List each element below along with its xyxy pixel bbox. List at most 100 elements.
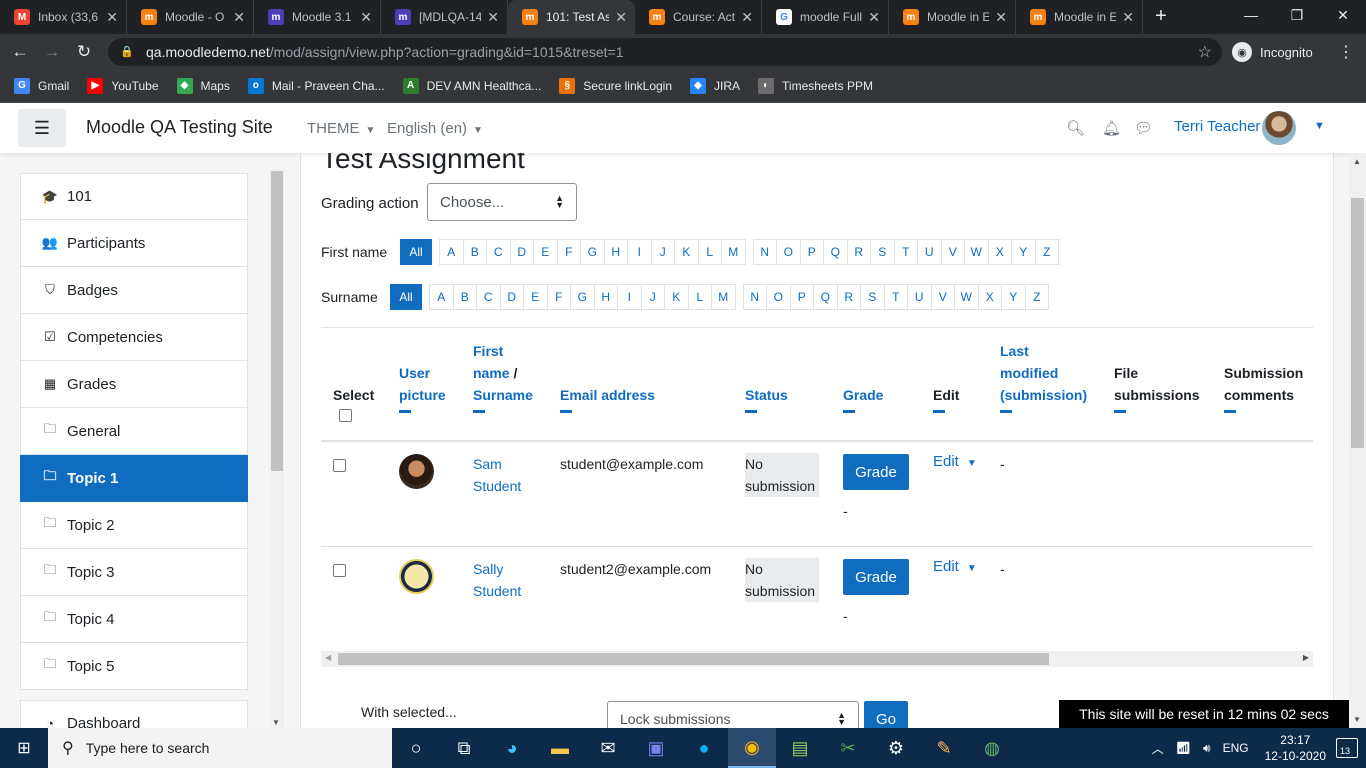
- reload-icon[interactable]: ↻: [68, 42, 100, 62]
- drawer-item-dashboard[interactable]: ◔ Dashboard: [20, 700, 248, 728]
- col-email[interactable]: Email address: [560, 384, 655, 413]
- first-name-initial-t[interactable]: T: [893, 239, 918, 265]
- bookmark-item[interactable]: ◐ Timesheets PPM: [758, 77, 873, 94]
- surname-initial-s[interactable]: S: [860, 284, 885, 310]
- first-name-initial-g[interactable]: G: [580, 239, 605, 265]
- bookmark-item[interactable]: o Mail - Praveen Cha...: [247, 77, 385, 94]
- site-name[interactable]: Moodle QA Testing Site: [86, 117, 273, 138]
- bookmark-star-icon[interactable]: ☆: [1198, 42, 1212, 62]
- surname-initial-x[interactable]: X: [977, 284, 1002, 310]
- first-name-initial-b[interactable]: B: [462, 239, 487, 265]
- drawer-item-topic-5[interactable]: 🗀 Topic 5: [20, 643, 248, 690]
- browser-menu-icon[interactable]: ⋮: [1338, 42, 1354, 62]
- hide-column-icon[interactable]: [745, 410, 757, 413]
- scroll-left-icon[interactable]: ◀: [325, 653, 331, 662]
- first-name-initial-l[interactable]: L: [697, 239, 722, 265]
- theme-menu[interactable]: THEME ▼: [307, 120, 375, 137]
- close-tab-icon[interactable]: ✕: [615, 9, 627, 26]
- mail-icon[interactable]: ✉: [584, 728, 632, 768]
- first-name-initial-q[interactable]: Q: [823, 239, 848, 265]
- surname-initial-q[interactable]: Q: [813, 284, 838, 310]
- first-name-initial-p[interactable]: P: [799, 239, 824, 265]
- chat-icon[interactable]: 💬︎: [1134, 119, 1153, 137]
- paint-icon[interactable]: ✎: [920, 728, 968, 768]
- drawer-item-topic-4[interactable]: 🗀 Topic 4: [20, 596, 248, 643]
- hide-column-icon[interactable]: [1114, 410, 1126, 413]
- hamburger-menu-button[interactable]: ☰: [18, 109, 66, 147]
- close-tab-icon[interactable]: ✕: [868, 9, 880, 26]
- go-button[interactable]: Go: [864, 701, 908, 728]
- edge-icon[interactable]: ◕: [488, 728, 536, 768]
- col-name[interactable]: First name / Surname: [473, 340, 533, 413]
- close-tab-icon[interactable]: ✕: [995, 9, 1007, 26]
- hide-column-icon[interactable]: [399, 410, 411, 413]
- browser-tab[interactable]: m Moodle - O ✕: [127, 0, 254, 34]
- skype-icon[interactable]: ●: [680, 728, 728, 768]
- drawer-item-competencies[interactable]: ☑ Competencies: [20, 314, 248, 361]
- forward-icon[interactable]: →: [36, 42, 68, 62]
- select-all-checkbox[interactable]: [339, 409, 352, 422]
- first-name-initial-r[interactable]: R: [846, 239, 871, 265]
- hide-column-icon[interactable]: [843, 410, 855, 413]
- first-name-initial-u[interactable]: U: [917, 239, 942, 265]
- hide-column-icon[interactable]: [1224, 410, 1236, 413]
- url-input[interactable]: 🔒 qa.moodledemo.net/mod/assign/view.php?…: [108, 38, 1222, 66]
- grade-button[interactable]: Grade: [843, 559, 909, 595]
- browser-tab[interactable]: m Course: Act ✕: [635, 0, 762, 34]
- user-name-link[interactable]: Sally Student: [473, 558, 521, 602]
- tray-chevron-up-icon[interactable]: ︿: [1152, 740, 1164, 757]
- col-last-modified[interactable]: Last modified (submission): [1000, 340, 1087, 413]
- user-picture[interactable]: [399, 559, 434, 594]
- col-status[interactable]: Status: [745, 384, 788, 413]
- col-grade[interactable]: Grade: [843, 384, 883, 413]
- drawer-item-topic-1[interactable]: 🗀 Topic 1: [20, 455, 248, 502]
- first-name-initial-z[interactable]: Z: [1034, 239, 1059, 265]
- browser-tab[interactable]: m Moodle in E ✕: [889, 0, 1016, 34]
- drawer-scroll-thumb[interactable]: [271, 171, 283, 471]
- first-name-initial-e[interactable]: E: [533, 239, 558, 265]
- language-indicator[interactable]: ENG: [1223, 741, 1249, 755]
- first-name-initial-o[interactable]: O: [776, 239, 801, 265]
- minimize-icon[interactable]: —: [1228, 0, 1274, 30]
- first-name-initial-s[interactable]: S: [870, 239, 895, 265]
- row-select-checkbox[interactable]: [333, 459, 346, 472]
- teams-icon[interactable]: ▣: [632, 728, 680, 768]
- task-view-icon[interactable]: ⧉: [440, 728, 488, 768]
- grading-action-select[interactable]: Choose... ▲ ▼: [427, 183, 577, 221]
- hide-column-icon[interactable]: [473, 410, 485, 413]
- browser-tab[interactable]: m Moodle 3.1 ✕: [254, 0, 381, 34]
- wifi-icon[interactable]: 📶︎: [1176, 741, 1191, 755]
- surname-initial-u[interactable]: U: [907, 284, 932, 310]
- scroll-down-icon[interactable]: ▼: [1353, 715, 1361, 724]
- bookmark-item[interactable]: A DEV AMN Healthca...: [402, 77, 541, 94]
- chrome-icon[interactable]: ◉: [728, 728, 776, 768]
- surname-initial-o[interactable]: O: [766, 284, 791, 310]
- first-name-initial-j[interactable]: J: [650, 239, 675, 265]
- scroll-up-icon[interactable]: ▲: [1353, 157, 1361, 166]
- edit-menu[interactable]: Edit ▼: [933, 558, 977, 575]
- drawer-item-general[interactable]: 🗀 General: [20, 408, 248, 455]
- surname-initial-m[interactable]: M: [711, 284, 736, 310]
- back-icon[interactable]: ←: [4, 42, 36, 62]
- surname-initial-b[interactable]: B: [452, 284, 477, 310]
- language-menu[interactable]: English (en) ▼: [387, 120, 483, 137]
- bookmark-item[interactable]: ◆ Maps: [176, 77, 230, 94]
- browser-tab[interactable]: m 101: Test As ✕: [508, 0, 635, 34]
- surname-initial-i[interactable]: I: [617, 284, 642, 310]
- close-tab-icon[interactable]: ✕: [360, 9, 372, 26]
- bell-icon[interactable]: 🔔︎: [1102, 119, 1121, 137]
- hide-column-icon[interactable]: [1000, 410, 1012, 413]
- drawer-item-grades[interactable]: ▦ Grades: [20, 361, 248, 408]
- bookmark-item[interactable]: G Gmail: [14, 77, 69, 94]
- search-icon[interactable]: 🔍︎: [1066, 119, 1085, 137]
- surname-initial-all[interactable]: All: [390, 284, 422, 310]
- table-scroll-thumb[interactable]: [338, 653, 1049, 665]
- cortana-icon[interactable]: ○: [392, 728, 440, 768]
- surname-initial-h[interactable]: H: [593, 284, 618, 310]
- surname-initial-f[interactable]: F: [546, 284, 571, 310]
- page-scrollbar[interactable]: ▲ ▼: [1349, 153, 1366, 728]
- browser-tab[interactable]: m Moodle in E ✕: [1016, 0, 1143, 34]
- surname-initial-a[interactable]: A: [429, 284, 454, 310]
- notepad-icon[interactable]: ▤: [776, 728, 824, 768]
- incognito-indicator[interactable]: ◉ Incognito: [1232, 39, 1313, 65]
